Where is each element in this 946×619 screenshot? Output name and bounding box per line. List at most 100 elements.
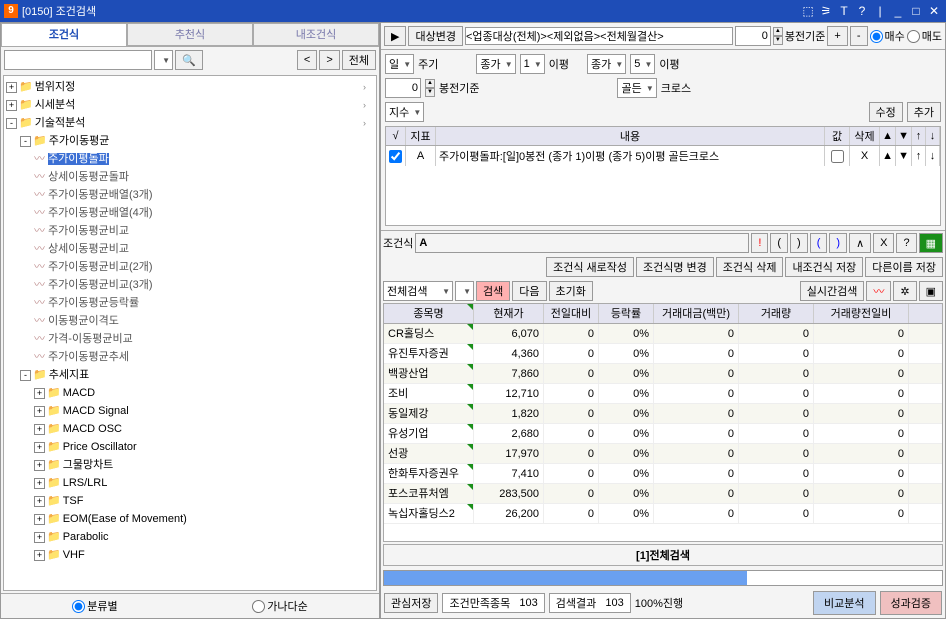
not-button[interactable]: ! <box>751 233 768 253</box>
tree-leaf[interactable]: 〰 주가이동평균비교(2개) <box>6 258 374 276</box>
table-row[interactable]: 포스코퓨처엠283,50000%000 <box>384 484 942 504</box>
verify-button[interactable]: 성과검증 <box>880 591 942 615</box>
buy-radio[interactable]: 매수 <box>870 28 905 44</box>
paren2-close[interactable]: ) <box>829 233 847 253</box>
tree-leaf[interactable]: +📁MACD Signal <box>6 402 374 420</box>
plus-button[interactable]: + <box>827 26 847 46</box>
table-row[interactable]: 한화투자증권우7,41000%000 <box>384 464 942 484</box>
layout-icon[interactable]: ▣ <box>919 281 943 301</box>
paren2-open[interactable]: ( <box>810 233 828 253</box>
close1-select[interactable]: 종가 <box>476 54 515 74</box>
status-tab[interactable]: [1]전체검색 <box>383 544 943 566</box>
minus-button[interactable]: - <box>850 26 868 46</box>
tree-leaf[interactable]: 〰 주가이동평균등락률 <box>6 294 374 312</box>
min-icon[interactable]: _ <box>890 3 906 19</box>
target-change-button[interactable]: 대상변경 <box>408 26 462 46</box>
down-icon[interactable]: ▼ <box>773 36 783 45</box>
table-row[interactable]: 유진투자증권4,36000%000 <box>384 344 942 364</box>
table-row[interactable]: 녹십자홀딩스226,20000%000 <box>384 504 942 524</box>
tree-root[interactable]: -📁기술적분석› <box>6 114 374 132</box>
scope-drop2[interactable] <box>455 281 474 301</box>
table-row[interactable]: 선광17,97000%000 <box>384 444 942 464</box>
close2-select[interactable]: 종가 <box>587 54 626 74</box>
table-row[interactable]: 백광산업7,86000%000 <box>384 364 942 384</box>
tree-folder[interactable]: -📁주가이동평균 <box>6 132 374 150</box>
tree-leaf[interactable]: +📁Price Oscillator <box>6 438 374 456</box>
offset-input[interactable] <box>735 26 771 46</box>
val1-select[interactable]: 1 <box>520 54 545 74</box>
tree-leaf[interactable]: +📁MACD OSC <box>6 420 374 438</box>
pin-icon[interactable]: ⬚ <box>800 3 816 19</box>
save-button[interactable]: 내조건식 저장 <box>785 257 863 277</box>
close-icon[interactable]: ✕ <box>926 3 942 19</box>
tab-my[interactable]: 내조건식 <box>253 23 379 46</box>
tree-leaf[interactable]: 〰 가격-이동평균비교 <box>6 330 374 348</box>
down-row[interactable]: ▼ <box>896 146 912 166</box>
tree-leaf[interactable]: 〰 이동평균이격도 <box>6 312 374 330</box>
table-row[interactable]: 유성기업2,68000%000 <box>384 424 942 444</box>
nav-next-button[interactable]: > <box>319 50 339 70</box>
condition-tree[interactable]: +📁범위지정›+📁시세분석›-📁기술적분석›-📁주가이동평균〰 주가이평돌파〰 … <box>3 75 377 591</box>
offset2-input[interactable] <box>385 78 421 98</box>
tree-folder[interactable]: -📁추세지표 <box>6 366 374 384</box>
tree-leaf[interactable]: +📁Parabolic <box>6 528 374 546</box>
and-button[interactable]: ∧ <box>849 233 871 253</box>
saveas-button[interactable]: 다른이름 저장 <box>865 257 943 277</box>
del-button[interactable]: X <box>850 146 880 166</box>
tree-leaf[interactable]: 〰 상세이동평균돌파 <box>6 168 374 186</box>
new-formula-button[interactable]: 조건식 새로작성 <box>546 257 634 277</box>
tool-icon[interactable]: ⚞ <box>818 3 834 19</box>
tree-root[interactable]: +📁범위지정› <box>6 78 374 96</box>
modify-button[interactable]: 수정 <box>869 102 903 122</box>
search-dropdown[interactable] <box>154 50 173 70</box>
excel-button[interactable]: ▦ <box>919 233 943 253</box>
sort-class-radio[interactable]: 분류별 <box>72 598 117 614</box>
compare-button[interactable]: 비교분석 <box>813 591 875 615</box>
tree-leaf[interactable]: +📁TSF <box>6 492 374 510</box>
add-button[interactable]: 추가 <box>907 102 941 122</box>
golden-select[interactable]: 골든 <box>617 78 656 98</box>
realtime-button[interactable]: 실시간검색 <box>800 281 865 301</box>
rename-button[interactable]: 조건식명 변경 <box>636 257 714 277</box>
up-row[interactable]: ▲ <box>880 146 896 166</box>
save-watch-button[interactable]: 관심저장 <box>384 593 438 613</box>
grid-body[interactable]: CR홀딩스6,07000%000유진투자증권4,36000%000백광산업7,8… <box>384 324 942 541</box>
all-button[interactable]: 전체 <box>342 50 376 70</box>
top-row[interactable]: ↑ <box>912 146 926 166</box>
tree-search-input[interactable] <box>4 50 152 70</box>
search-button[interactable]: 검색 <box>476 281 510 301</box>
cond-table-body[interactable]: A 주가이평돌파:[일]0봉전 (종가 1)이평 (종가 5)이평 골든크로스 … <box>385 146 941 226</box>
text-icon[interactable]: T <box>836 3 852 19</box>
tree-leaf[interactable]: 〰 주가이평돌파 <box>6 150 374 168</box>
x-button[interactable]: X <box>873 233 894 253</box>
tab-condition[interactable]: 조건식 <box>1 23 127 46</box>
tree-leaf[interactable]: +📁MACD <box>6 384 374 402</box>
tree-leaf[interactable]: 〰 주가이동평균추세 <box>6 348 374 366</box>
tree-leaf[interactable]: +📁LRS/LRL <box>6 474 374 492</box>
help-button[interactable]: ? <box>896 233 916 253</box>
tree-leaf[interactable]: +📁EOM(Ease of Movement) <box>6 510 374 528</box>
help-icon[interactable]: ? <box>854 3 870 19</box>
tree-leaf[interactable]: +📁그물망차트 <box>6 456 374 474</box>
target-desc-input[interactable] <box>465 27 733 45</box>
reset-button[interactable]: 초기화 <box>549 281 593 301</box>
cond-row[interactable]: A 주가이평돌파:[일]0봉전 (종가 1)이평 (종가 5)이평 골든크로스 … <box>386 146 940 166</box>
next-button[interactable]: 다음 <box>512 281 546 301</box>
table-row[interactable]: CR홀딩스6,07000%000 <box>384 324 942 344</box>
max-icon[interactable]: □ <box>908 3 924 19</box>
paren-close[interactable]: ) <box>790 233 808 253</box>
table-row[interactable]: 조비12,71000%000 <box>384 384 942 404</box>
tree-leaf[interactable]: 〰 주가이동평균배열(3개) <box>6 186 374 204</box>
scope-select[interactable]: 전체검색 <box>383 281 453 301</box>
val2-select[interactable]: 5 <box>630 54 655 74</box>
gear-icon[interactable]: ✲ <box>893 281 916 301</box>
tree-root[interactable]: +📁시세분석› <box>6 96 374 114</box>
val-check[interactable] <box>831 150 844 163</box>
index-select[interactable]: 지수 <box>385 102 424 122</box>
period-select[interactable]: 일 <box>385 54 414 74</box>
up-icon[interactable]: ▲ <box>773 27 783 36</box>
tree-leaf[interactable]: 〰 상세이동평균비교 <box>6 240 374 258</box>
tree-leaf[interactable]: 〰 주가이동평균배열(4개) <box>6 204 374 222</box>
sort-name-radio[interactable]: 가나다순 <box>252 598 307 614</box>
nav-prev-button[interactable]: < <box>297 50 317 70</box>
